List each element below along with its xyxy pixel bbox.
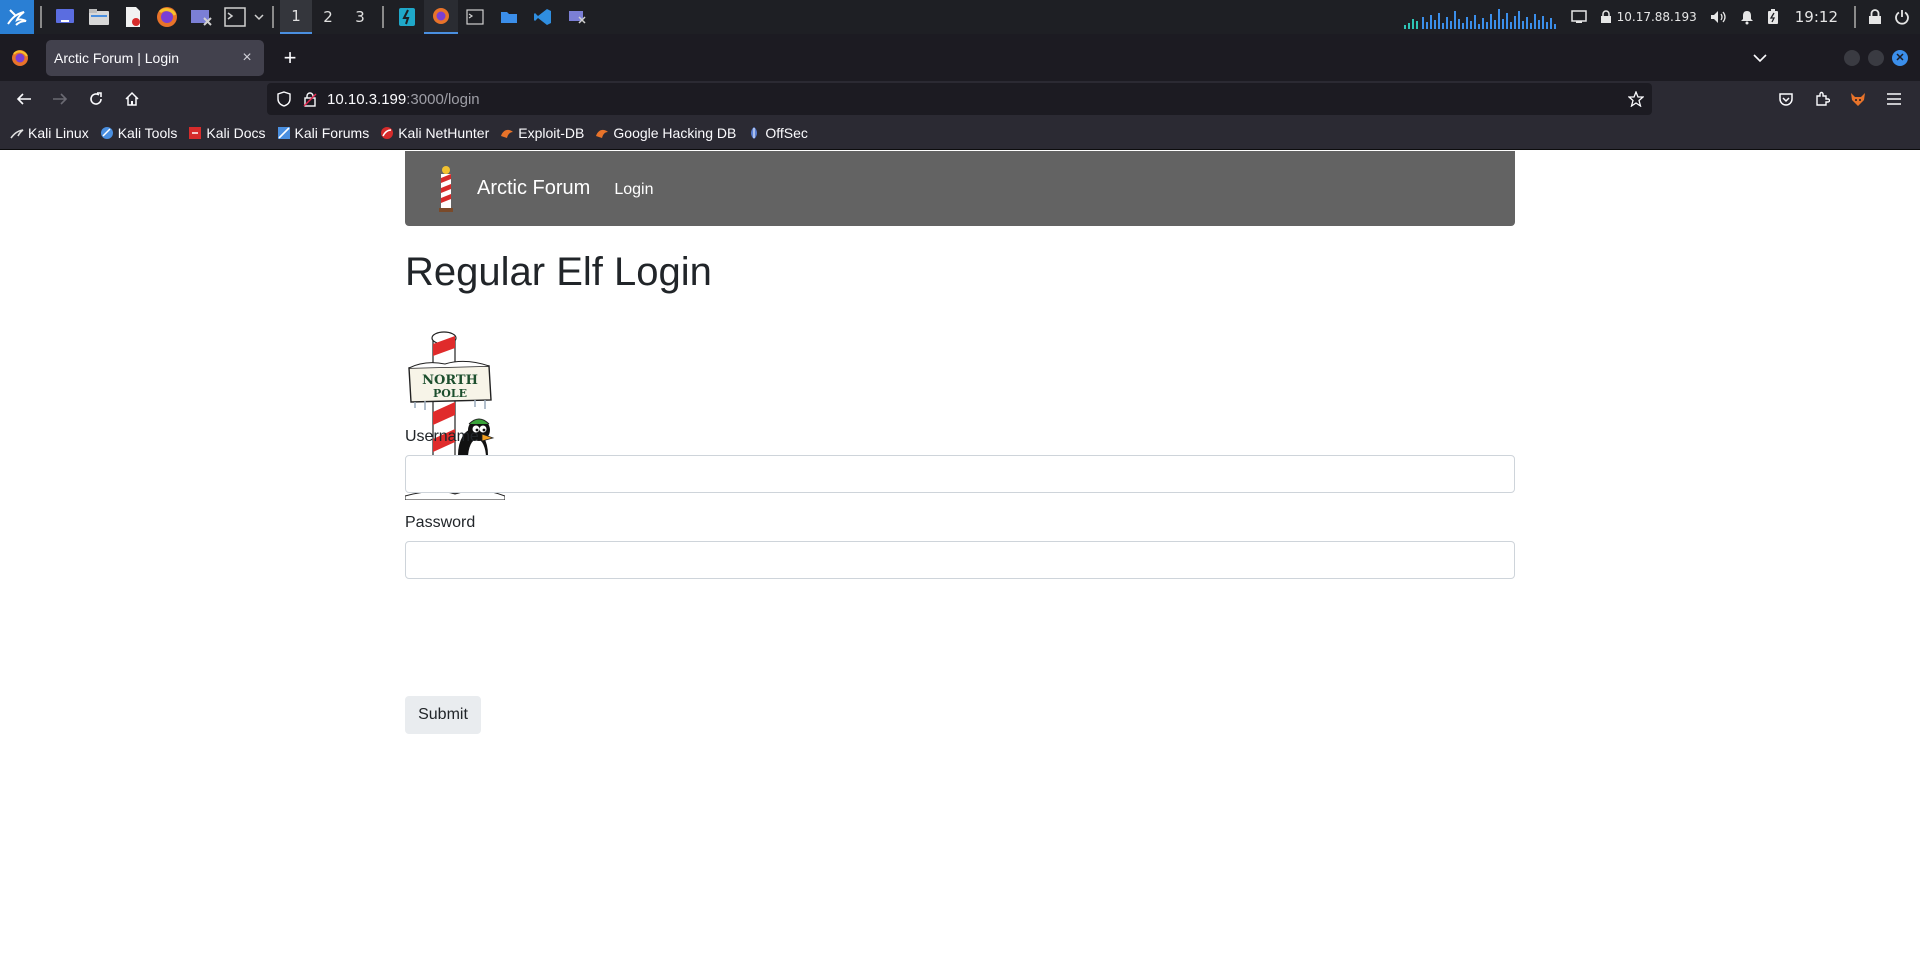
submit-button[interactable]: Submit [405,696,481,734]
site-brand[interactable]: Arctic Forum [477,177,590,200]
bookmark-label: Google Hacking DB [613,125,737,141]
maximize-window-button[interactable] [1868,49,1884,66]
home-button[interactable] [114,83,150,115]
bookmark-label: Kali NetHunter [398,125,490,141]
connection-lock-icon[interactable] [297,83,323,115]
vpn-ip-address: 10.17.88.193 [1616,10,1697,24]
bookmark-label: Kali Forums [294,125,370,141]
url-bar[interactable]: 10.10.3.199:3000/login [267,83,1652,115]
close-window-button[interactable]: ✕ [1892,49,1908,66]
firefox-task-icon[interactable] [424,0,458,34]
bookmark-label: Kali Docs [206,125,266,141]
display-icon[interactable] [1565,0,1593,34]
tab-title: Arctic Forum | Login [54,49,180,66]
bookmark-label: Exploit-DB [518,125,585,141]
bookmark-kali-linux[interactable]: Kali Linux [10,125,89,141]
kali-icon [10,126,24,140]
terminal-task-icon[interactable] [458,0,492,34]
chevron-down-icon[interactable] [252,0,266,34]
battery-icon[interactable] [1761,0,1785,34]
bookmark-offsec[interactable]: OffSec [747,125,808,141]
panel-separator [40,6,42,28]
kali-tools-icon [100,126,114,140]
web-page: Arctic Forum Login Regular Elf Login NOR… [0,150,1920,976]
offsec-icon [747,126,761,140]
bookmarks-bar: Kali Linux Kali Tools Kali Docs Kali For… [0,117,1920,150]
workspace-2[interactable]: 2 [312,0,344,34]
page-title: Regular Elf Login [405,250,712,294]
site-navbar: Arctic Forum Login [405,151,1515,226]
system-panel: 1 2 3 10.17.88.193 19:12 [0,0,1920,34]
burp-task-icon[interactable] [390,0,424,34]
tracking-protection-icon[interactable] [271,83,297,115]
new-tab-button[interactable]: + [272,40,308,76]
url-path: :3000/login [406,90,480,108]
firefox-view-icon[interactable] [0,34,40,81]
nethunter-icon [380,126,394,140]
exploit-db-icon [500,126,514,140]
vpn-status[interactable]: 10.17.88.193 [1593,0,1703,34]
bookmark-star-icon[interactable] [1628,83,1644,115]
network-graph [1403,9,1556,29]
password-input[interactable] [405,541,1515,579]
list-all-tabs-icon[interactable] [1740,38,1780,78]
back-button[interactable] [6,83,42,115]
sign-text-top: NORTH [422,373,478,388]
panel-separator [272,6,274,28]
hamburger-menu-icon[interactable] [1876,83,1912,115]
close-tab-icon[interactable]: × [238,49,256,67]
text-editor-icon[interactable] [116,0,150,34]
browser-tab-bar: Arctic Forum | Login × + ✕ [0,34,1920,81]
password-label: Password [405,514,476,531]
kali-menu-icon[interactable] [0,0,34,34]
bookmark-kali-docs[interactable]: Kali Docs [188,125,266,141]
extensions-icon[interactable] [1804,83,1840,115]
bookmark-kali-tools[interactable]: Kali Tools [100,125,178,141]
bookmark-exploit-db[interactable]: Exploit-DB [500,125,584,141]
file-manager-icon[interactable] [82,0,116,34]
panel-separator [382,6,384,28]
volume-icon[interactable] [1703,0,1733,34]
vpn-lock-icon [1600,10,1611,23]
notifications-icon[interactable] [1733,0,1761,34]
url-host: 10.10.3.199 [327,90,407,108]
clock[interactable]: 19:12 [1785,0,1848,34]
kali-docs-icon [188,126,202,140]
terminal-icon[interactable] [218,0,252,34]
folder-task-icon[interactable] [492,0,526,34]
workspace-1[interactable]: 1 [280,0,312,34]
bookmark-kali-nethunter[interactable]: Kali NetHunter [380,125,489,141]
kali-forums-icon [277,126,291,140]
bookmark-google-hacking-db[interactable]: Google Hacking DB [595,125,736,141]
username-input[interactable] [405,455,1515,493]
power-icon[interactable] [1888,0,1920,34]
bookmark-label: Kali Tools [117,125,178,141]
pocket-icon[interactable] [1768,83,1804,115]
bookmark-kali-forums[interactable]: Kali Forums [277,125,370,141]
north-pole-logo-icon[interactable] [435,165,457,212]
bookmark-label: Kali Linux [28,125,89,141]
firefox-icon[interactable] [150,0,184,34]
username-label: Username [405,428,479,445]
workspace-3[interactable]: 3 [344,0,376,34]
browser-nav-bar: 10.10.3.199:3000/login [0,81,1920,117]
ghdb-icon [595,126,609,140]
screenshot-task-icon[interactable] [560,0,594,34]
vscode-task-icon[interactable] [526,0,560,34]
forward-button[interactable] [42,83,78,115]
nav-login-link[interactable]: Login [614,181,653,199]
browser-tab-active[interactable]: Arctic Forum | Login × [46,39,264,76]
screenshot-icon[interactable] [184,0,218,34]
lock-screen-icon[interactable] [1862,0,1888,34]
sign-text-bottom: POLE [433,387,467,400]
minimize-window-button[interactable] [1844,49,1860,66]
desktop-icon[interactable] [48,0,82,34]
bookmark-label: OffSec [765,125,808,141]
panel-separator [1854,6,1856,28]
foxyproxy-icon[interactable] [1840,83,1876,115]
reload-button[interactable] [78,83,114,115]
